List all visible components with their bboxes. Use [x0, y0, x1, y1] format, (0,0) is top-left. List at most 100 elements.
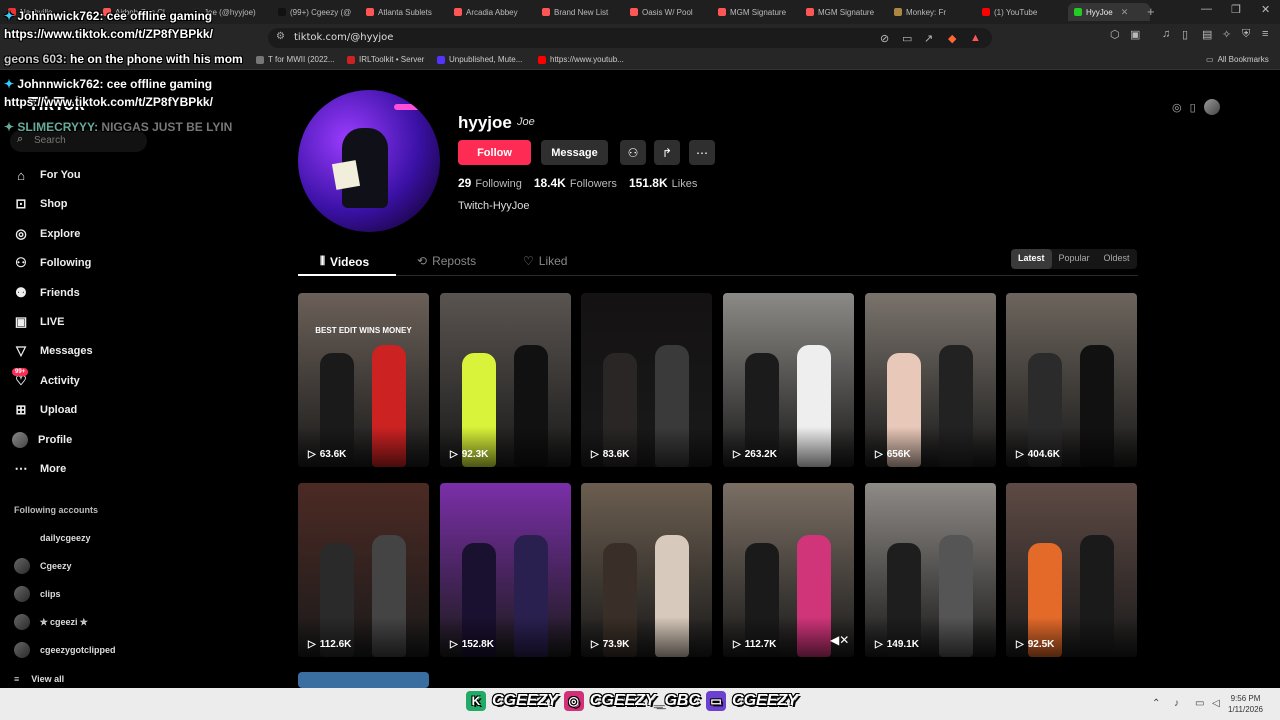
following-account[interactable]: ✮ cgeezi ✮ — [14, 614, 88, 630]
browser-tab[interactable]: MGM Signature — [718, 3, 802, 21]
add-friend-button[interactable]: ⚇ — [620, 140, 646, 165]
brave-shield-icon[interactable]: ◆ — [948, 32, 956, 45]
sidebar-item-activity[interactable]: ♡ 99+ Activity — [12, 367, 242, 393]
browser-tab[interactable]: Brand New List — [542, 3, 626, 21]
video-thumbnail[interactable]: ▷ 152.8K — [440, 483, 571, 657]
follow-button[interactable]: Follow — [458, 140, 531, 165]
reading-list-icon[interactable]: ▣ — [1130, 28, 1140, 41]
video-thumbnail[interactable]: ▷ 92.3K — [440, 293, 571, 467]
video-thumbnail[interactable]: ▷ 656K — [865, 293, 996, 467]
upload-icon: ⊞ — [15, 402, 27, 418]
settings-icon[interactable]: ◎ — [1172, 101, 1182, 114]
browser-tab[interactable]: Arcadia Abbey — [454, 3, 538, 21]
view-count-value: 263.2K — [744, 449, 777, 460]
ai-icon[interactable]: ✧ — [1222, 28, 1231, 41]
volume-icon[interactable]: ◁ — [1212, 698, 1220, 709]
browser-tab[interactable]: (99+) Cgeezy (@ — [278, 3, 360, 21]
following-account[interactable]: Cgeezy — [14, 558, 72, 574]
close-tab-icon[interactable]: ✕ — [1121, 7, 1129, 18]
followers-stat[interactable]: 18.4K Followers — [534, 176, 617, 190]
profile-avatar[interactable] — [298, 90, 440, 232]
tab-liked[interactable]: ♡ Liked — [523, 254, 567, 268]
sidebar-item-for-you[interactable]: ⌂ For You — [12, 163, 242, 187]
message-button[interactable]: Message — [541, 140, 608, 165]
view-count: ▷ 263.2K — [733, 449, 777, 460]
close-window-icon[interactable]: ✕ — [1261, 3, 1270, 16]
following-stat[interactable]: 29 Following — [458, 176, 522, 190]
new-tab-button[interactable]: + — [1147, 4, 1155, 19]
video-thumbnail[interactable]: ▷ 73.9K — [581, 483, 712, 657]
menu-icon[interactable]: ≡ — [1262, 28, 1268, 40]
video-thumbnail[interactable]: ▷ 404.6K — [1006, 293, 1137, 467]
mic-icon[interactable]: ♪ — [1174, 698, 1179, 709]
sidebar-item-friends[interactable]: ⚉ Friends — [12, 281, 242, 305]
sort-oldest[interactable]: Oldest — [1097, 249, 1137, 269]
wallet-icon[interactable]: ▤ — [1202, 28, 1212, 41]
video-thumbnail[interactable]: ▷ 149.1K — [865, 483, 996, 657]
bookmark-item[interactable]: T for MWII (2022... — [256, 55, 335, 64]
sidebar-item-following[interactable]: ⚇ Following — [12, 251, 242, 275]
following-account[interactable]: cgeezygotclipped — [14, 642, 116, 658]
video-thumbnail[interactable]: ▷ 92.5K — [1006, 483, 1137, 657]
video-thumbnail[interactable]: ▷ 263.2K — [723, 293, 854, 467]
sidebar-item-profile[interactable]: Profile — [12, 428, 242, 452]
maximize-icon[interactable]: ❐ — [1231, 3, 1241, 16]
phone-icon[interactable]: ▯ — [1190, 101, 1196, 114]
sidebar-icon[interactable]: ▯ — [1182, 28, 1188, 41]
share-icon[interactable]: ↗ — [924, 32, 933, 45]
browser-tab[interactable]: MGM Signature — [806, 3, 890, 21]
browser-tab[interactable]: Atlanta Sublets — [366, 3, 450, 21]
bookmark-item[interactable]: Unpublished, Mute... — [437, 55, 522, 64]
network-icon[interactable]: ▭ — [1195, 698, 1204, 709]
view-all-button[interactable]: ≡ View all — [14, 674, 64, 684]
bookmark-item[interactable]: IRLToolkit • Server — [347, 55, 424, 64]
repost-icon: ⟲ — [417, 254, 428, 268]
browser-tab[interactable]: (1) YouTube — [982, 3, 1062, 21]
account-avatar — [14, 614, 30, 630]
view-count: ▷ 92.5K — [1016, 639, 1054, 650]
tray-chevron-icon[interactable]: ⌃ — [1152, 698, 1160, 709]
minimize-icon[interactable]: — — [1201, 3, 1212, 15]
share-profile-button[interactable]: ↱ — [654, 140, 680, 165]
sort-latest[interactable]: Latest — [1011, 249, 1052, 269]
following-account[interactable]: clips — [14, 586, 61, 602]
following-account[interactable]: dailycgeezy — [14, 530, 91, 546]
sort-popular[interactable]: Popular — [1052, 249, 1097, 269]
sidebar-item-upload[interactable]: ⊞ Upload — [12, 398, 242, 422]
sidebar-item-more[interactable]: ⋯ More — [12, 457, 242, 481]
browser-tab[interactable]: Monkey: Fr — [894, 3, 978, 21]
browser-tab[interactable]: Oasis W/ Pool — [630, 3, 714, 21]
sidebar-item-messages[interactable]: ▽ Messages — [12, 339, 242, 363]
tab-reposts[interactable]: ⟲ Reposts — [417, 254, 476, 268]
url-text[interactable]: tiktok.com/@hyyjoe — [294, 32, 393, 43]
extensions-icon[interactable]: ⬡ — [1110, 28, 1120, 41]
site-info-icon[interactable]: ⚙ — [276, 31, 285, 42]
brave-rewards-icon[interactable]: ▲ — [970, 32, 981, 44]
video-thumbnail[interactable]: BEST EDIT WINS MONEY ▷ 63.6K — [298, 293, 429, 467]
media-icon[interactable]: ♫ — [1162, 28, 1170, 40]
bookmark-label: https://www.youtub... — [550, 55, 624, 64]
cast-icon[interactable]: ▭ — [902, 32, 912, 45]
browser-tab[interactable]: HyyJoe ✕ — [1068, 3, 1150, 21]
more-options-button[interactable]: ⋯ — [689, 140, 715, 165]
video-thumbnail[interactable]: ▷ 112.6K — [298, 483, 429, 657]
system-clock[interactable]: 9:56 PM 1/11/2026 — [1228, 693, 1263, 715]
omnibox[interactable]: ⚙ tiktok.com/@hyyjoe ⊘ ▭ ↗ ◆ ▲ — [268, 28, 992, 48]
sidebar-item-explore[interactable]: ◎ Explore — [12, 222, 242, 246]
vpn-icon[interactable]: ⛨ — [1242, 28, 1250, 41]
followers-count: 18.4K — [533, 176, 566, 190]
sidebar-item-shop[interactable]: ⊡ Shop — [12, 192, 242, 216]
bookmark-label: IRLToolkit • Server — [359, 55, 425, 64]
view-count-value: 83.6K — [602, 449, 630, 460]
video-thumbnail[interactable] — [298, 672, 429, 688]
tab-videos[interactable]: ⫴ Videos — [320, 254, 369, 269]
bookmark-item[interactable]: https://www.youtub... — [538, 55, 624, 64]
video-thumbnail[interactable]: ▷ 112.7K — [723, 483, 854, 657]
chat-user: Johnnwick762: — [17, 77, 104, 91]
video-thumbnail[interactable]: ▷ 83.6K — [581, 293, 712, 467]
all-bookmarks-button[interactable]: ▭ All Bookmarks — [1206, 55, 1269, 64]
mute-site-icon[interactable]: ⊘ — [880, 32, 889, 45]
sidebar-item-live[interactable]: ▣ LIVE — [12, 310, 242, 334]
sidebar-item-label: Friends — [40, 286, 80, 299]
user-avatar-icon[interactable] — [1203, 99, 1220, 115]
